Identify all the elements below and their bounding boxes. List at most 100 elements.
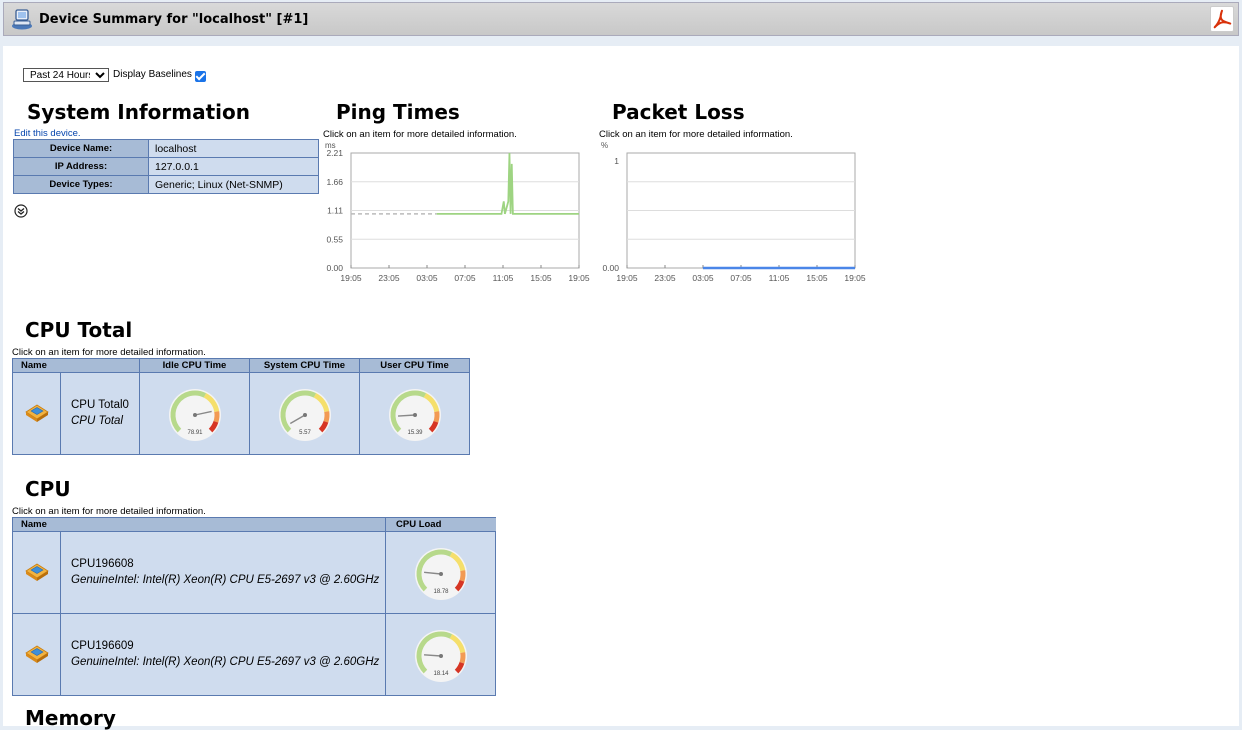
packet-loss-chart[interactable]: %10.0019:05 23:05 03:05 07:05 11:05 15:05 19:0… bbox=[597, 138, 879, 288]
cpu-load-gauge-cell[interactable]: 18.78 bbox=[386, 532, 496, 614]
user-cpu-gauge-cell[interactable]: 15.39 bbox=[360, 373, 470, 455]
system-cpu-gauge[interactable]: 5.57 bbox=[277, 387, 333, 443]
x-tick-label: 15:05 bbox=[530, 273, 552, 283]
x-tick-label: 19:05 bbox=[844, 273, 866, 283]
column-header-user: User CPU Time bbox=[360, 359, 470, 373]
y-tick-label: 1 bbox=[614, 156, 619, 166]
table-row: Device Types: Generic; Linux (Net-SNMP) bbox=[13, 175, 319, 194]
display-baselines-label: Display Baselines bbox=[113, 69, 192, 80]
cpu-name[interactable]: CPU196608 bbox=[71, 556, 379, 572]
gauge-value: 15.39 bbox=[407, 430, 423, 436]
gauge-hub bbox=[303, 413, 307, 417]
column-header-idle: Idle CPU Time bbox=[140, 359, 250, 373]
idle-cpu-gauge[interactable]: 78.91 bbox=[167, 387, 223, 443]
ping-times-chart[interactable]: ms2.211.661.110.550.0019:05 23:05 03:05 07:… bbox=[321, 138, 603, 288]
cpu-chip-icon bbox=[25, 645, 49, 663]
x-tick-label: 07:05 bbox=[454, 273, 476, 283]
gauge-band-orange bbox=[323, 411, 330, 423]
time-period-select[interactable]: Past 24 Hours bbox=[23, 68, 109, 82]
system-cpu-gauge-cell[interactable]: 5.57 bbox=[250, 373, 360, 455]
cpu-table: Name CPU Load CPU196608 GenuineIntel: In… bbox=[12, 517, 496, 696]
gauge-value: 18.14 bbox=[433, 671, 449, 677]
y-tick-label: 0.55 bbox=[326, 234, 343, 244]
x-tick-label: 23:05 bbox=[378, 273, 400, 283]
system-info-title: System Information bbox=[27, 100, 250, 124]
cpu-description: GenuineIntel: Intel(R) Xeon(R) CPU E5-26… bbox=[71, 656, 380, 668]
cpu-load-gauge[interactable]: 18.78 bbox=[413, 546, 469, 602]
memory-title: Memory bbox=[25, 706, 116, 730]
table-row: IP Address: 127.0.0.1 bbox=[13, 157, 319, 176]
gauge-band-orange bbox=[213, 411, 220, 423]
x-tick-label: 11:05 bbox=[493, 273, 514, 283]
y-tick-label: 0.00 bbox=[326, 263, 343, 273]
x-tick-label: 19:05 bbox=[568, 273, 590, 283]
x-tick-label: 15:05 bbox=[806, 273, 828, 283]
y-tick-label: 1.66 bbox=[326, 177, 343, 187]
cpu-total-table: Name Idle CPU Time System CPU Time User … bbox=[12, 358, 470, 455]
y-tick-label: 0.00 bbox=[602, 263, 619, 273]
cpu-total-title: CPU Total bbox=[25, 318, 133, 342]
column-header-system: System CPU Time bbox=[250, 359, 360, 373]
cpu-description: GenuineIntel: Intel(R) Xeon(R) CPU E5-26… bbox=[71, 574, 380, 586]
expand-chevron-icon[interactable] bbox=[14, 204, 28, 218]
cpu-icon-cell[interactable] bbox=[13, 373, 61, 455]
x-tick-label: 19:05 bbox=[340, 273, 362, 283]
x-tick-label: 19:05 bbox=[616, 273, 638, 283]
gauge-hub bbox=[439, 654, 443, 658]
cpu-hint: Click on an item for more detailed infor… bbox=[12, 506, 206, 517]
gauge-band-orange bbox=[459, 570, 466, 582]
gauge-value: 18.78 bbox=[433, 589, 449, 595]
column-header-name: Name bbox=[13, 359, 140, 373]
cpu-name[interactable]: CPU196609 bbox=[71, 638, 379, 654]
pdf-export-icon[interactable] bbox=[1210, 6, 1234, 32]
table-row[interactable]: CPU196609 GenuineIntel: Intel(R) Xeon(R)… bbox=[61, 614, 386, 696]
device-types-label: Device Types: bbox=[13, 175, 149, 194]
y-tick-label: 1.11 bbox=[327, 206, 343, 216]
x-tick-label: 23:05 bbox=[654, 273, 676, 283]
ip-address-label: IP Address: bbox=[13, 157, 149, 176]
gauge-band-orange bbox=[433, 411, 440, 423]
edit-device-link[interactable]: Edit this device. bbox=[14, 128, 81, 139]
column-header-cpu-load: CPU Load bbox=[386, 518, 496, 532]
cpu-icon-cell[interactable] bbox=[13, 532, 61, 614]
x-tick-label: 03:05 bbox=[692, 273, 714, 283]
window-title: Device Summary for "localhost" [#1] bbox=[39, 12, 309, 27]
x-tick-label: 11:05 bbox=[769, 273, 790, 283]
device-name-label: Device Name: bbox=[13, 139, 149, 158]
cpu-chip-icon bbox=[25, 563, 49, 581]
x-tick-label: 03:05 bbox=[416, 273, 438, 283]
cpu-load-gauge[interactable]: 18.14 bbox=[413, 628, 469, 684]
cpu-total-name[interactable]: CPU Total0 bbox=[71, 397, 129, 413]
table-row: Device Name: localhost bbox=[13, 139, 319, 158]
gauge-value: 5.57 bbox=[299, 430, 311, 436]
device-types-value: Generic; Linux (Net-SNMP) bbox=[148, 175, 319, 194]
cpu-chip-icon bbox=[25, 404, 49, 422]
gauge-value: 78.91 bbox=[187, 430, 203, 436]
system-info-table: Device Name: localhost IP Address: 127.0… bbox=[13, 139, 319, 194]
gauge-hub bbox=[413, 413, 417, 417]
monitor-computer-icon bbox=[12, 9, 32, 30]
gauge-hub bbox=[193, 413, 197, 417]
cpu-total-subname: CPU Total bbox=[71, 415, 123, 427]
cpu-total-name-cell[interactable]: CPU Total0 CPU Total bbox=[61, 373, 140, 455]
y-tick-label: 2.21 bbox=[326, 148, 343, 158]
device-name-value: localhost bbox=[148, 139, 319, 158]
ip-address-value: 127.0.0.1 bbox=[148, 157, 319, 176]
gauge-band-orange bbox=[459, 652, 466, 664]
cpu-load-gauge-cell[interactable]: 18.14 bbox=[386, 614, 496, 696]
gauge-hub bbox=[439, 572, 443, 576]
ping-times-title: Ping Times bbox=[336, 100, 460, 124]
table-row[interactable]: CPU196608 GenuineIntel: Intel(R) Xeon(R)… bbox=[61, 532, 386, 614]
y-axis-unit: % bbox=[601, 141, 608, 150]
content-panel: Past 24 Hours Display Baselines System I… bbox=[3, 46, 1239, 730]
idle-cpu-gauge-cell[interactable]: 78.91 bbox=[140, 373, 250, 455]
cpu-title: CPU bbox=[25, 477, 71, 501]
packet-loss-title: Packet Loss bbox=[612, 100, 745, 124]
user-cpu-gauge[interactable]: 15.39 bbox=[387, 387, 443, 443]
window-titlebar: Device Summary for "localhost" [#1] bbox=[3, 2, 1239, 36]
x-tick-label: 07:05 bbox=[730, 273, 752, 283]
cpu-total-hint: Click on an item for more detailed infor… bbox=[12, 347, 206, 358]
display-baselines-checkbox[interactable] bbox=[195, 71, 206, 82]
cpu-icon-cell[interactable] bbox=[13, 614, 61, 696]
column-header-name: Name bbox=[13, 518, 386, 532]
